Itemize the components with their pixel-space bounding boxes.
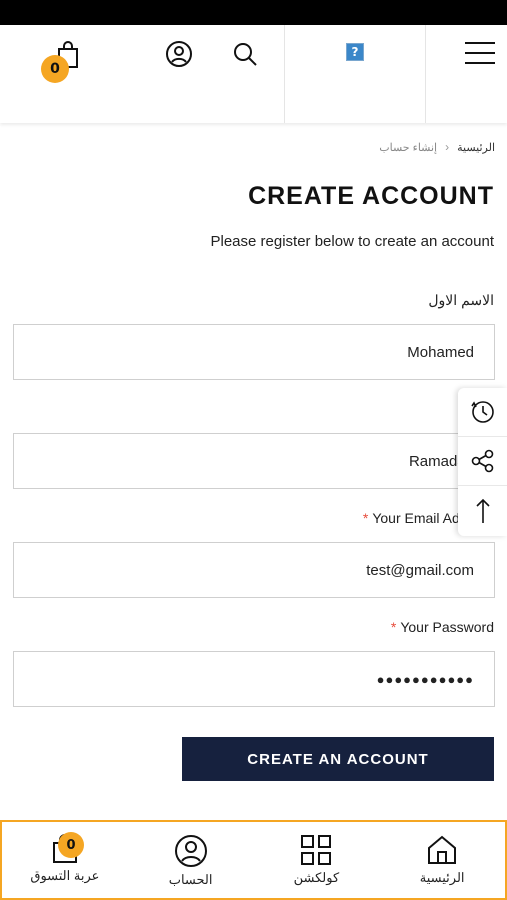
history-button[interactable] (458, 388, 507, 437)
required-asterisk: * (390, 619, 397, 635)
grid-icon (301, 835, 332, 865)
create-account-button[interactable]: CREATE AN ACCOUNT (182, 737, 494, 781)
share-icon (471, 449, 493, 473)
history-icon (470, 401, 494, 423)
account-icon (166, 41, 192, 67)
required-asterisk: * (362, 510, 369, 526)
bottom-nav-cart-label: عربة التسوق (30, 868, 100, 883)
bottom-nav-collection-label: كولكشن (293, 870, 340, 885)
breadcrumb-current: إنشاء حساب (379, 141, 438, 154)
bottom-nav-cart[interactable]: 0 عربة التسوق (2, 822, 128, 898)
account-icon (174, 835, 207, 867)
scroll-top-button[interactable] (458, 486, 507, 535)
header-account-button[interactable] (162, 37, 196, 71)
share-button[interactable] (458, 437, 507, 486)
page-title: CREATE ACCOUNT (248, 182, 494, 210)
first-name-field[interactable] (13, 324, 495, 380)
page-subtitle: Please register below to create an accou… (210, 233, 495, 250)
password-label-text: Your Password (400, 619, 494, 635)
breadcrumb-home-link[interactable]: الرئيسية (457, 141, 495, 154)
menu-icon (465, 42, 495, 64)
first-name-label: الاسم الاول (428, 292, 494, 308)
bottom-nav-home-label: الرئيسية (419, 870, 465, 885)
top-header: 0 ? (0, 25, 507, 123)
email-field[interactable] (13, 542, 495, 598)
breadcrumb: الرئيسية ‹ إنشاء حساب (379, 140, 495, 154)
status-bar (0, 0, 507, 25)
search-icon (234, 43, 257, 66)
broken-logo-image: ? (346, 43, 364, 61)
chevron-left-icon: ‹ (445, 140, 450, 154)
logo-area[interactable]: ? (284, 25, 426, 123)
arrow-up-icon (475, 498, 490, 523)
bottom-nav-collection[interactable]: كولكشن (254, 822, 380, 898)
menu-button[interactable] (458, 35, 502, 71)
header-search-button[interactable] (228, 37, 262, 71)
floating-toolbar (458, 388, 507, 536)
bottom-nav-account[interactable]: الحساب (128, 822, 254, 898)
bottom-cart-count: 0 (58, 832, 84, 858)
home-icon (428, 835, 457, 864)
header-cart-count: 0 (41, 55, 69, 83)
last-name-field[interactable] (13, 433, 495, 489)
password-label: * Your Password (391, 619, 494, 635)
bottom-nav-home[interactable]: الرئيسية (379, 822, 505, 898)
password-field[interactable]: ●●●●●●●●●●● (13, 651, 495, 707)
bottom-navigation: 0 عربة التسوق الحساب كولكشن الرئيسية (0, 820, 507, 900)
bottom-nav-account-label: الحساب (168, 872, 213, 887)
